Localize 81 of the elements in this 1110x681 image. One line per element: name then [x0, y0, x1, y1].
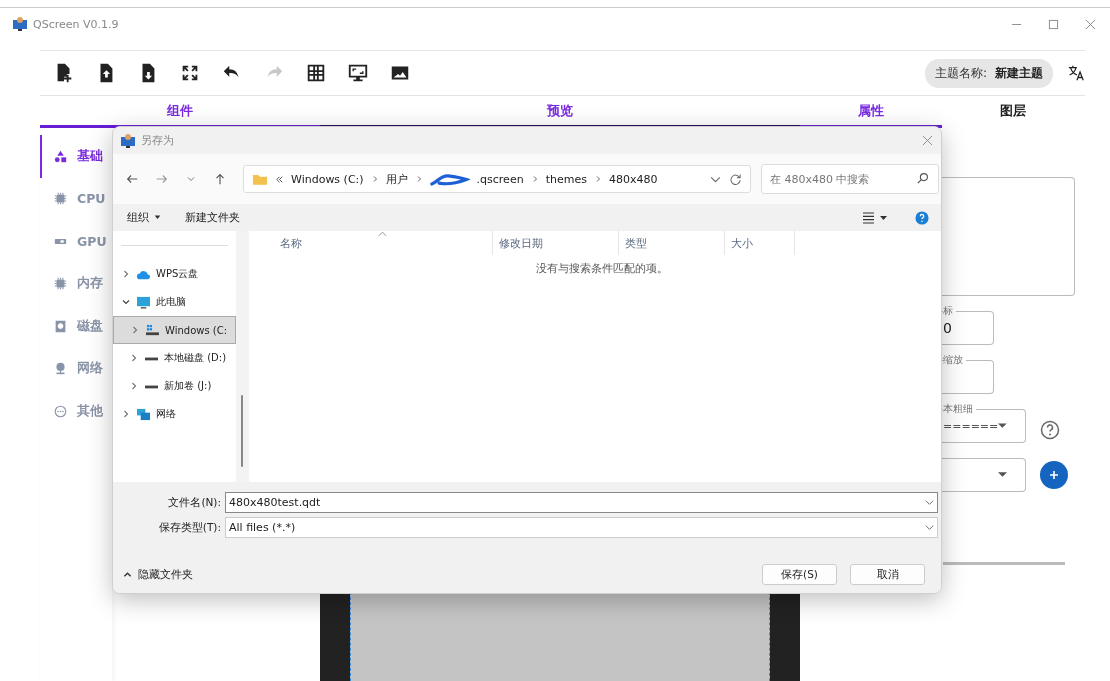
forward-arrow-icon[interactable]: [155, 172, 169, 186]
field-label: 保存类型(T):: [157, 520, 222, 535]
command-button[interactable]: 新建文件夹: [181, 208, 244, 227]
dialog-title: 另存为: [141, 133, 174, 148]
folder-tree-item[interactable]: 此电脑: [113, 288, 236, 316]
filename-field[interactable]: 480x480test.qdt: [225, 492, 938, 513]
computer-icon: [136, 295, 151, 309]
chip-icon: [54, 192, 67, 206]
system-drive-icon: [145, 323, 160, 337]
sort-caret-icon: [378, 231, 387, 237]
folder-icon: [252, 172, 268, 186]
refresh-icon[interactable]: [729, 172, 742, 186]
plus-icon: [1049, 470, 1059, 480]
hide-folders-button[interactable]: 隐藏文件夹: [123, 567, 193, 582]
up-arrow-icon[interactable]: [213, 172, 227, 186]
panel-tab[interactable]: 图层: [942, 96, 1084, 128]
empty-message: 没有与搜索条件匹配的项。: [536, 262, 668, 276]
folder-tree-item[interactable]: 本地磁盘 (D:): [113, 344, 236, 372]
new-file-icon: [57, 63, 72, 83]
download-file-icon: [142, 63, 155, 83]
folder-tree-item[interactable]: 新加卷 (J:): [113, 372, 236, 400]
back-arrow-icon[interactable]: [125, 172, 139, 186]
close-icon[interactable]: [1085, 18, 1096, 30]
double-chevron-icon: [275, 174, 284, 184]
slider-track[interactable]: [943, 562, 1065, 565]
chevron-right-icon[interactable]: [130, 325, 140, 335]
file-type-select[interactable]: All files (*.*): [225, 517, 938, 538]
breadcrumb-item[interactable]: themes: [545, 172, 587, 186]
column-header[interactable]: 大小: [725, 231, 795, 255]
folder-tree-item[interactable]: WPS云盘: [113, 260, 236, 288]
view-menu-button[interactable]: [861, 211, 889, 224]
caret-up-icon: [123, 570, 132, 579]
breadcrumb-item[interactable]: 480x480: [608, 172, 658, 186]
scrollbar-thumb[interactable]: [241, 395, 243, 467]
grid-icon: [307, 64, 325, 82]
network-icon: [136, 407, 151, 421]
dialog-button[interactable]: 取消: [850, 564, 925, 585]
monitor-icon: [348, 64, 368, 82]
caret-icon: [998, 472, 1007, 478]
breadcrumb-item[interactable]: Windows (C:): [291, 172, 364, 186]
field-label: 文件名(N):: [167, 495, 222, 510]
chevron-right-icon[interactable]: [121, 409, 131, 419]
chevron-right-icon[interactable]: [129, 381, 139, 391]
redo-icon: [267, 65, 283, 78]
caret-icon: [998, 423, 1007, 429]
search-field[interactable]: 在 480x480 中搜索: [761, 164, 939, 194]
more-icon: [54, 404, 67, 418]
theme-name-chip[interactable]: 主题名称: 新建主题: [924, 58, 1053, 88]
chevron-down-icon: [924, 497, 935, 508]
close-icon[interactable]: [922, 135, 933, 146]
help-icon[interactable]: [1040, 420, 1060, 440]
breadcrumb-item[interactable]: 用户: [385, 171, 408, 187]
image-icon: [391, 66, 409, 80]
breadcrumb-item[interactable]: .qscreen: [476, 172, 524, 186]
undo-icon: [223, 65, 239, 78]
window-title: QScreen V0.1.9: [33, 17, 119, 31]
search-icon: [916, 172, 929, 185]
help-icon[interactable]: [915, 210, 929, 225]
add-button[interactable]: [1040, 461, 1068, 489]
folder-tree-item[interactable]: Windows (C:: [113, 316, 236, 344]
upload-file-icon: [100, 63, 113, 83]
chip-icon: [54, 277, 67, 291]
chevron-right-icon[interactable]: [129, 353, 139, 363]
scribble-mark: [429, 172, 470, 186]
translate-icon[interactable]: [1067, 64, 1085, 82]
column-header[interactable]: 类型: [619, 231, 725, 255]
chevron-right-icon[interactable]: [121, 269, 131, 279]
dialog-button[interactable]: 保存(S): [762, 564, 837, 585]
maximize-icon[interactable]: [1048, 18, 1059, 30]
app-icon: [12, 16, 28, 32]
column-header[interactable]: 修改日期: [493, 231, 619, 255]
app-icon: [120, 132, 136, 149]
column-header[interactable]: 名称: [251, 231, 493, 255]
chevron-down-icon: [924, 522, 935, 533]
folder-tree-item[interactable]: 网络: [113, 400, 236, 428]
globe-icon: [54, 362, 67, 376]
shapes-icon: [54, 149, 67, 163]
chevron-down-icon[interactable]: [121, 297, 131, 307]
expand-icon: [182, 65, 198, 81]
command-button[interactable]: 组织: [123, 208, 165, 227]
address-bar[interactable]: Windows (C:) 用户 .qscreen themes 480x480: [243, 165, 751, 193]
